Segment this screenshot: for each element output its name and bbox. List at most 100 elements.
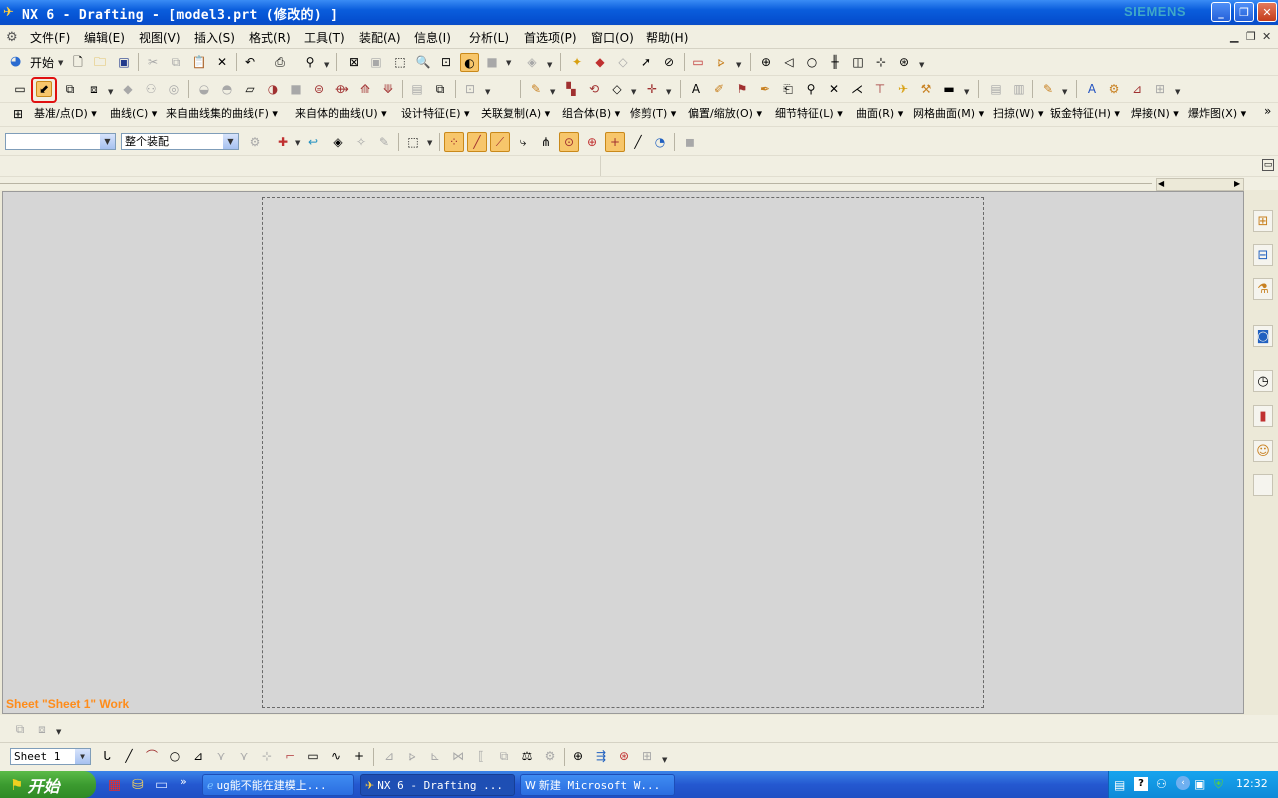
snap-parallel-icon[interactable]: ╫ xyxy=(827,54,843,70)
datum-target-icon[interactable]: ✒ xyxy=(757,81,773,97)
new-sheet-icon[interactable]: ▭ xyxy=(12,81,28,97)
infer-constraints-icon[interactable]: ⚖ xyxy=(519,748,535,764)
section-line-icon[interactable]: ⊜ xyxy=(311,81,327,97)
sketch-icon[interactable]: ✎ xyxy=(528,81,544,97)
menu-combine[interactable]: 组合体(B) ▾ xyxy=(562,105,620,121)
snap-line-icon[interactable]: ╱ xyxy=(467,132,487,152)
snap-arc-center-icon[interactable]: ⊙ xyxy=(559,132,579,152)
measure-distance-icon[interactable]: ▭ xyxy=(690,54,706,70)
menu-curve-from-bodies[interactable]: 来自体的曲线(U) ▾ xyxy=(295,105,387,121)
minimize-button[interactable]: _ xyxy=(1211,2,1231,22)
datum-plane-icon[interactable]: ◇ xyxy=(609,81,625,97)
menu-help[interactable]: 帮助(H) xyxy=(646,29,688,46)
horizontal-scrollbar[interactable] xyxy=(1156,178,1244,191)
feature-control-icon[interactable]: ✐ xyxy=(711,81,727,97)
menu-curve-from-curves[interactable]: 来自曲线集的曲线(F) ▾ xyxy=(166,105,278,121)
arc-icon[interactable]: ⌒ xyxy=(144,748,160,764)
line-icon[interactable]: ╱ xyxy=(121,748,137,764)
select-dropdown-icon[interactable]: ▼ xyxy=(295,139,300,147)
pan-view-icon[interactable]: ⬚ xyxy=(392,54,408,70)
taskbar-item-word[interactable]: W 新建 Microsoft W... xyxy=(520,774,675,796)
extrude-icon[interactable]: ▚ xyxy=(563,81,579,97)
quicklaunch-folder-icon[interactable]: ⛁ xyxy=(132,777,144,793)
keyboard-icon[interactable]: ▤ xyxy=(1114,778,1125,792)
auto-constrain-icon[interactable]: ⊾ xyxy=(427,748,443,764)
paste-icon[interactable]: 📋 xyxy=(191,54,207,70)
snap-quadrant-icon[interactable]: ⊕ xyxy=(584,134,600,150)
base-view-icon[interactable]: ⧉ xyxy=(62,81,78,97)
align-dropdown-icon[interactable]: ▼ xyxy=(485,88,490,96)
rectangle-icon[interactable]: ▭ xyxy=(305,748,321,764)
history-icon[interactable]: ◷ xyxy=(1253,370,1273,392)
fit-window-icon[interactable]: ▭ xyxy=(1262,159,1274,171)
edit-style-icon[interactable]: ✎ xyxy=(1040,81,1056,97)
3d-cube-icon[interactable]: ◼ xyxy=(682,134,698,150)
menu-offset-scale[interactable]: 偏置/缩放(O) ▾ xyxy=(688,105,762,121)
feature-select-icon[interactable]: ✧ xyxy=(353,134,369,150)
sheet-display-icon[interactable]: ⧈ xyxy=(34,721,50,737)
select-feature-icon[interactable]: ◇ xyxy=(615,54,631,70)
scroll-right-icon[interactable]: ▶ xyxy=(1234,179,1240,188)
snap-circle-icon[interactable]: ○ xyxy=(804,54,820,70)
copy-icon[interactable]: ⧉ xyxy=(168,54,184,70)
close-button[interactable]: ✕ xyxy=(1257,2,1277,22)
break-view-icon[interactable]: ◎ xyxy=(166,81,182,97)
folded-section-icon[interactable]: ▱ xyxy=(242,81,258,97)
sheet-properties-icon[interactable]: ⧉ xyxy=(12,721,28,737)
menu-weld[interactable]: 焊接(N) ▾ xyxy=(1131,105,1179,121)
image-icon[interactable]: ✈ xyxy=(895,81,911,97)
doc-restore-icon[interactable]: ❐ xyxy=(1246,30,1256,43)
id-symbol-icon[interactable]: ⊤ xyxy=(872,81,888,97)
select-filter-icon[interactable]: ✦ xyxy=(569,54,585,70)
menu-analysis[interactable]: 分析(L) xyxy=(469,29,509,46)
menu-design-feature[interactable]: 设计特征(E) ▾ xyxy=(401,105,470,121)
sketch-dropdown-icon[interactable]: ▼ xyxy=(550,88,555,96)
start-globe-icon[interactable]: ◕ xyxy=(10,54,21,69)
surface-finish-icon[interactable]: ⎗ xyxy=(780,81,796,97)
show-desktop-icon[interactable]: ▭ xyxy=(155,777,168,793)
alternate-solution-icon[interactable]: ⧉ xyxy=(496,748,512,764)
menu-sweep[interactable]: 扫掠(W) ▾ xyxy=(993,105,1044,121)
menu-exploded-view[interactable]: 爆炸图(X) ▾ xyxy=(1188,105,1246,121)
chamfer-icon[interactable]: ⋎ xyxy=(213,748,229,764)
update-view-icon[interactable]: ⟴ xyxy=(334,81,350,97)
snap-control-point-icon[interactable]: ⤷ xyxy=(515,134,531,150)
snap-perpendicular-icon[interactable]: ◫ xyxy=(850,54,866,70)
menu-surface[interactable]: 曲面(R) ▾ xyxy=(856,105,903,121)
menu-format[interactable]: 格式(R) xyxy=(249,29,291,46)
start-dropdown-icon[interactable]: ▼ xyxy=(58,59,63,67)
offset-curve-icon[interactable]: ⇶ xyxy=(593,748,609,764)
table-note-icon[interactable]: ⚒ xyxy=(918,81,934,97)
menu-associative-copy[interactable]: 关联复制(A) ▾ xyxy=(481,105,550,121)
assembly-navigator-icon[interactable]: ⊞ xyxy=(1253,210,1273,232)
orient-dropdown-icon[interactable]: ▼ xyxy=(547,61,552,69)
extend-icon[interactable]: ⊹ xyxy=(259,748,275,764)
snap-point-on-curve-icon[interactable]: ╱ xyxy=(630,134,646,150)
weld-symbol-icon[interactable]: ⚲ xyxy=(803,81,819,97)
menu-trim[interactable]: 修剪(T) ▾ xyxy=(630,105,676,121)
menu-tools[interactable]: 工具(T) xyxy=(304,29,345,46)
snap-point-icon[interactable]: ⊕ xyxy=(758,54,774,70)
projected-view-icon[interactable]: ⧈ xyxy=(86,81,102,97)
help-icon[interactable]: ? xyxy=(1134,777,1148,791)
snap-endpoint-icon[interactable]: ⁘ xyxy=(444,132,464,152)
mirror-curve-icon[interactable]: ⊛ xyxy=(616,748,632,764)
snap-midpoint-icon[interactable]: ⊹ xyxy=(873,54,889,70)
rectangle-select-icon[interactable]: ⬚ xyxy=(405,134,421,150)
unfolded-section-icon[interactable]: ◑ xyxy=(265,81,281,97)
half-section-icon[interactable]: ◒ xyxy=(196,81,212,97)
select-all-icon[interactable]: ◆ xyxy=(592,54,608,70)
corner-icon[interactable]: ⌐ xyxy=(282,748,298,764)
pictorial-section-icon[interactable]: ■ xyxy=(288,81,304,97)
snap-point-on-face-icon[interactable]: ◔ xyxy=(652,134,668,150)
cross-hatch-icon[interactable]: ✕ xyxy=(826,81,842,97)
render-dropdown-icon[interactable]: ▼ xyxy=(506,59,511,67)
assembly-filter-icon[interactable]: ⚙ xyxy=(247,134,263,150)
annotation-dropdown-icon[interactable]: ▼ xyxy=(964,88,969,96)
snap-intersection-icon[interactable]: ⋔ xyxy=(538,134,554,150)
maximize-button[interactable]: ❐ xyxy=(1234,2,1254,22)
toolbar-overflow-icon[interactable]: » xyxy=(1264,104,1271,118)
datum-dropdown-icon[interactable]: ▼ xyxy=(631,88,636,96)
menu-view[interactable]: 视图(V) xyxy=(139,29,181,46)
menu-tree-icon[interactable]: ⊞ xyxy=(10,106,26,122)
